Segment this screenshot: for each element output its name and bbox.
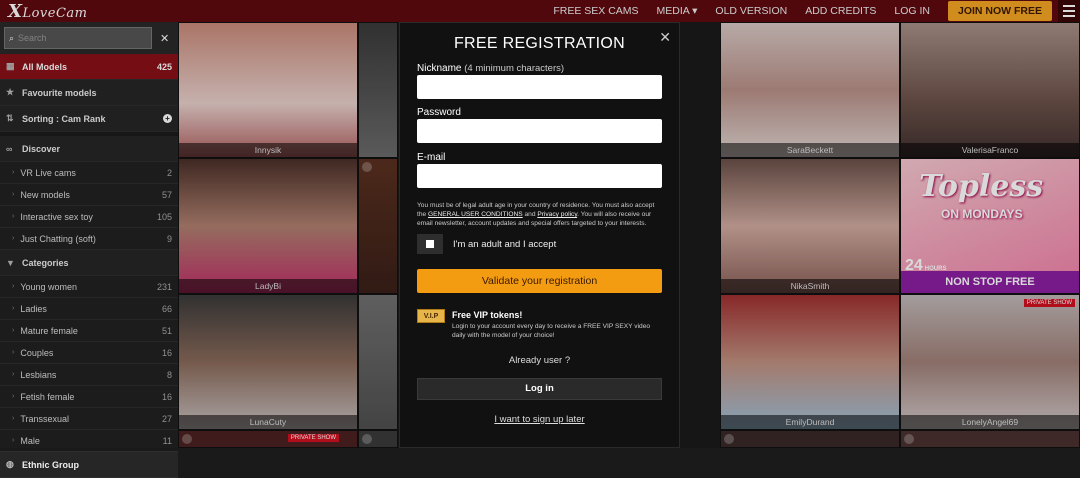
login-button[interactable]: Log in — [417, 378, 662, 400]
accept-row: I'm an adult and I accept — [417, 234, 556, 254]
privacy-link[interactable]: Privacy policy — [537, 211, 577, 218]
sidebar-section-label: Ethnic Group — [22, 459, 79, 470]
password-field[interactable] — [417, 119, 662, 143]
modal-title: FREE REGISTRATION — [453, 35, 626, 52]
legal-notice: You must be of legal adult age in your c… — [417, 201, 665, 228]
already-user-text: Already user ? — [508, 355, 571, 366]
accept-label: I'm an adult and I accept — [453, 238, 557, 250]
vip-badge-icon: V.I.P — [417, 309, 445, 323]
nickname-label: Nickname (4 minimum characters) — [417, 63, 564, 74]
password-label: Password — [417, 107, 461, 118]
vip-description: Login to your account every day to recei… — [452, 323, 651, 339]
registration-modal: ✕ FREE REGISTRATION Nickname (4 minimum … — [399, 22, 680, 448]
vip-title: Free VIP tokens! — [452, 310, 523, 320]
email-field[interactable] — [417, 164, 662, 188]
globe-icon: ◍ — [6, 459, 14, 469]
email-label: E-mail — [417, 152, 446, 163]
sidebar-section-ethnic[interactable]: ◍ Ethnic Group — [0, 452, 178, 478]
accept-checkbox[interactable] — [417, 234, 443, 254]
terms-link[interactable]: GENERAL USER CONDITIONS — [428, 211, 523, 218]
nickname-hint: (4 minimum characters) — [464, 63, 565, 74]
nickname-label-text: Nickname — [417, 63, 462, 74]
validate-registration-button[interactable]: Validate your registration — [417, 269, 662, 293]
legal-text: and — [522, 211, 538, 218]
nickname-field[interactable] — [417, 75, 662, 99]
sign-up-later-link[interactable]: I want to sign up later — [400, 414, 679, 425]
